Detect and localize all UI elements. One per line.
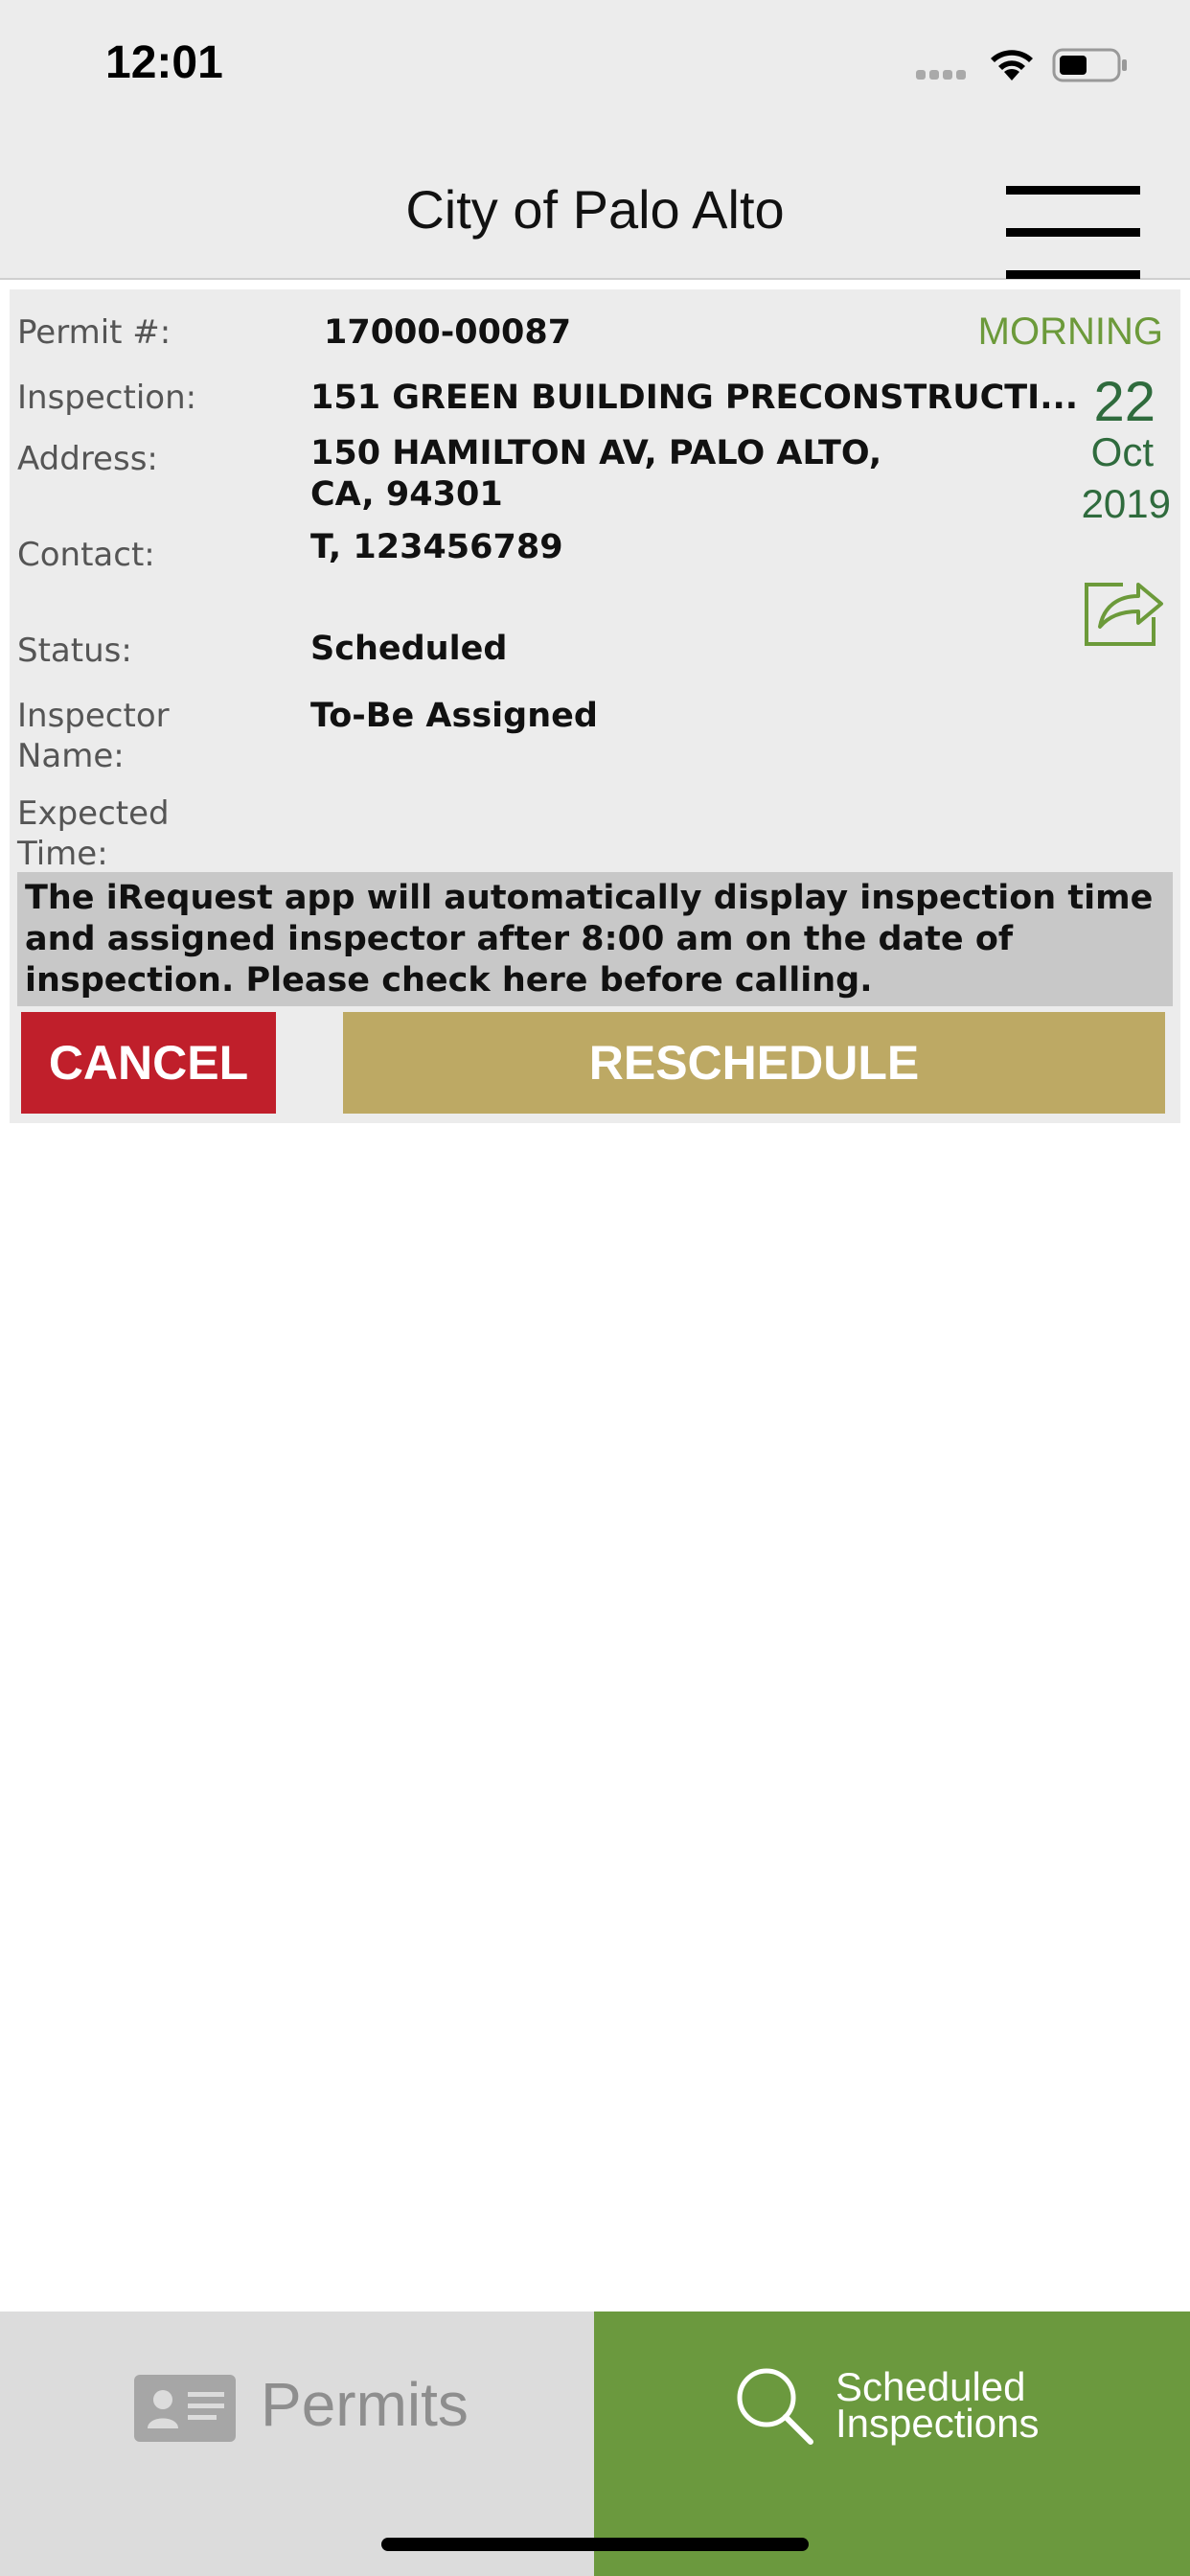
date-month: Oct [1090,429,1154,474]
inspection-label: Inspection: [17,379,197,417]
status-time: 12:01 [105,37,223,88]
date-year: 2019 [1081,481,1171,526]
contact-label: Contact: [17,536,155,574]
status-bar: 12:01 [0,0,1190,134]
inspection-value: 151 GREEN BUILDING PRECONSTRUCTI... [310,379,1079,417]
date-day: 22 [1093,371,1156,433]
permit-value: 17000-00087 [324,313,572,352]
status-label: Status: [17,632,132,670]
contact-value: T, 123456789 [310,528,563,566]
tab-scheduled-label: Scheduled Inspections [835,2367,1161,2446]
address-line2: CA, 94301 [310,475,503,514]
inspector-value: To-Be Assigned [310,697,598,735]
tab-scheduled-line2: Inspections [835,2401,1040,2446]
inspection-card: Permit #: 17000-00087 Inspection: 151 GR… [10,289,1180,1123]
cellular-signal-icon [916,65,970,80]
expected-time-label-line1: Expected [17,794,170,833]
share-icon[interactable] [1081,569,1165,650]
nav-bar: City of Palo Alto [0,134,1190,280]
address-line1: 150 HAMILTON AV, PALO ALTO, [310,434,882,472]
tab-bar: Permits Scheduled Inspections [0,2312,1190,2576]
tab-permits-label: Permits [261,2370,469,2439]
permit-label: Permit #: [17,313,172,352]
tab-permits[interactable]: Permits [0,2312,594,2576]
hamburger-menu-button[interactable] [1006,159,1140,279]
home-indicator [381,2538,809,2551]
status-value: Scheduled [310,630,508,668]
id-card-icon [134,2375,236,2442]
address-label: Address: [17,440,158,478]
search-icon [737,2368,813,2445]
tab-scheduled-inspections[interactable]: Scheduled Inspections [594,2312,1190,2576]
battery-icon [1052,48,1127,82]
inspector-label-line2: Name: [17,737,125,775]
cancel-button[interactable]: CANCEL [21,1012,276,1114]
expected-time-label-line2: Time: [17,835,108,873]
time-period: MORNING [977,310,1163,353]
inspector-label-line1: Inspector [17,697,170,735]
reschedule-button[interactable]: RESCHEDULE [343,1012,1165,1114]
wifi-icon [991,50,1033,80]
inspection-notice: The iRequest app will automatically disp… [17,872,1173,1006]
